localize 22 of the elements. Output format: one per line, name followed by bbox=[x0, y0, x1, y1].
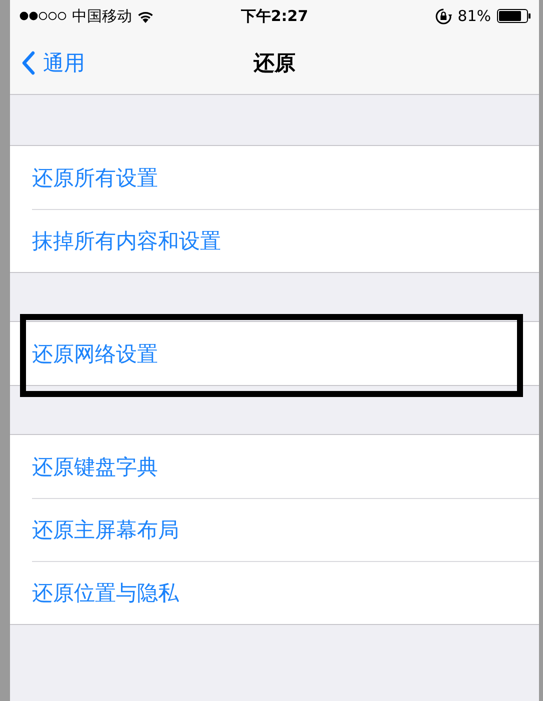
battery-icon bbox=[497, 9, 531, 23]
settings-row[interactable]: 抹掉所有内容和设置 bbox=[10, 209, 539, 272]
row-label: 抹掉所有内容和设置 bbox=[32, 228, 221, 254]
status-time: 下午2:27 bbox=[240, 6, 308, 26]
battery-percent: 81% bbox=[458, 7, 491, 25]
row-label: 还原键盘字典 bbox=[32, 454, 158, 480]
rotation-lock-icon bbox=[434, 8, 452, 24]
settings-row[interactable]: 还原键盘字典 bbox=[10, 435, 539, 498]
wifi-icon bbox=[137, 10, 154, 22]
settings-row[interactable]: 还原主屏幕布局 bbox=[10, 498, 539, 561]
settings-row[interactable]: 还原网络设置 bbox=[10, 322, 539, 385]
row-label: 还原网络设置 bbox=[32, 340, 158, 368]
row-label: 还原位置与隐私 bbox=[32, 580, 179, 606]
page-title: 还原 bbox=[254, 50, 296, 77]
chevron-icon bbox=[21, 51, 35, 75]
signal-icon bbox=[19, 11, 67, 21]
back-button[interactable]: 通用 bbox=[10, 49, 85, 77]
carrier-name: 中国移动 bbox=[72, 6, 132, 26]
settings-row[interactable]: 还原位置与隐私 bbox=[10, 561, 539, 624]
row-label: 还原主屏幕布局 bbox=[32, 516, 179, 544]
row-label: 还原所有设置 bbox=[32, 164, 158, 192]
settings-row[interactable]: 还原所有设置 bbox=[10, 146, 539, 209]
